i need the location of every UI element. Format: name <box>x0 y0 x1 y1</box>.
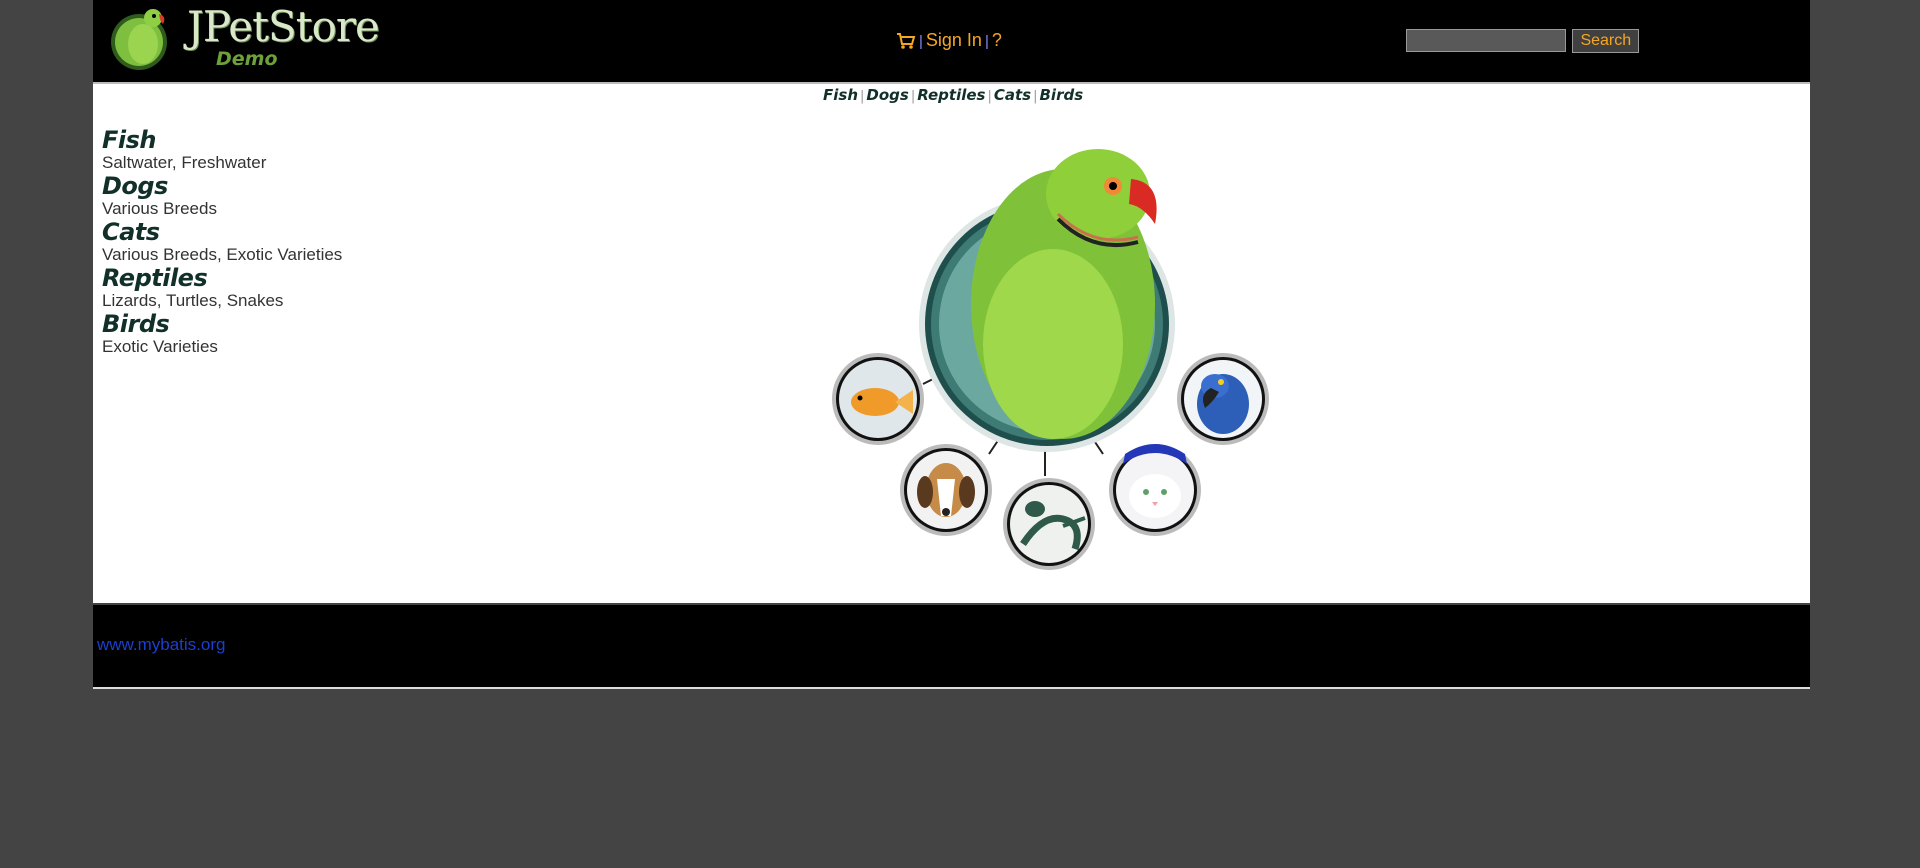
shopping-cart-icon[interactable] <box>896 32 916 55</box>
menu-separator: | <box>984 33 989 50</box>
sidebar-category-dogs[interactable]: Dogs <box>102 174 402 198</box>
quicklink-cats[interactable]: Cats <box>994 86 1031 104</box>
search-form: Search <box>1406 29 1640 53</box>
help-link[interactable]: ? <box>992 30 1002 50</box>
splash-image-map <box>832 149 1269 570</box>
quicklink-reptiles[interactable]: Reptiles <box>917 86 985 104</box>
sidebar-category-cats[interactable]: Cats <box>102 220 402 244</box>
main-content: Fish | Dogs | Reptiles | Cats | Birds Fish Saltw… <box>93 84 1810 603</box>
parrot-center-icon[interactable] <box>919 149 1175 452</box>
bird-thumbnail-icon[interactable] <box>1177 353 1269 445</box>
sidebar-category-desc: Various Breeds <box>102 199 217 218</box>
footer: www.mybatis.org <box>93 605 1810 689</box>
sign-in-link[interactable]: Sign In <box>926 30 982 50</box>
logo-subtitle: Demo <box>216 48 278 70</box>
sidebar: Fish Saltwater, Freshwater Dogs Various … <box>102 128 402 358</box>
sidebar-category-desc: Various Breeds, Exotic Varieties <box>102 245 343 264</box>
sidebar-category-birds[interactable]: Birds <box>102 312 402 336</box>
sidebar-category-desc: Exotic Varieties <box>102 337 218 356</box>
sidebar-category-fish[interactable]: Fish <box>102 128 402 152</box>
menu-separator: | <box>919 33 923 50</box>
quicklink-separator: | <box>1033 89 1038 104</box>
quicklink-birds[interactable]: Birds <box>1040 86 1084 104</box>
quicklink-separator: | <box>910 89 916 104</box>
quicklink-fish[interactable]: Fish <box>823 86 858 104</box>
quick-links: Fish | Dogs | Reptiles | Cats | Birds <box>823 86 1083 104</box>
header: JPetStore Demo | Sign In |? Search <box>93 0 1810 84</box>
parrot-logo-icon <box>111 9 167 70</box>
logo[interactable]: JPetStore Demo <box>103 2 380 74</box>
logo-title: JPetStore <box>187 2 380 51</box>
quicklink-separator: | <box>987 89 992 104</box>
search-button[interactable]: Search <box>1572 29 1640 53</box>
mybatis-link[interactable]: www.mybatis.org <box>97 635 225 655</box>
cat-thumbnail-icon[interactable] <box>1109 444 1201 536</box>
quicklink-separator: | <box>860 89 865 104</box>
quicklink-dogs[interactable]: Dogs <box>866 86 908 104</box>
sidebar-category-desc: Lizards, Turtles, Snakes <box>102 291 284 310</box>
sidebar-category-desc: Saltwater, Freshwater <box>102 153 267 172</box>
page-wrapper: JPetStore Demo | Sign In |? Search Fish | Do… <box>93 0 1810 690</box>
header-menu: | Sign In |? <box>896 30 1002 55</box>
reptile-thumbnail-icon[interactable] <box>1003 478 1095 570</box>
sidebar-category-reptiles[interactable]: Reptiles <box>102 266 402 290</box>
fish-thumbnail-icon[interactable] <box>832 353 924 445</box>
search-input[interactable] <box>1406 29 1566 52</box>
dog-thumbnail-icon[interactable] <box>900 444 992 536</box>
